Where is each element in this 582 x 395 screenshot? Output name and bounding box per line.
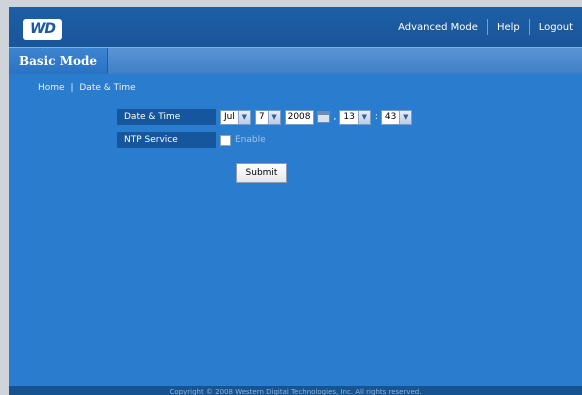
date-time-label: Date & Time	[117, 109, 216, 125]
ntp-service-label: NTP Service	[117, 132, 216, 148]
basic-mode-tab[interactable]: Basic Mode	[9, 48, 109, 74]
date-time-row: Date & Time Jul ▼ 7 ▼ 2008 , 13 ▼ : 43 ▼	[117, 109, 416, 125]
footer-copyright: Copyright © 2008 Western Digital Technol…	[9, 386, 582, 395]
chevron-down-icon: ▼	[399, 110, 412, 124]
date-time-controls: Jul ▼ 7 ▼ 2008 , 13 ▼ : 43 ▼	[220, 109, 416, 125]
ntp-enable-checkbox[interactable]	[220, 134, 231, 146]
ntp-row: NTP Service Enable	[117, 132, 266, 148]
day-select[interactable]: 7 ▼	[254, 109, 281, 125]
hour-value: 13	[343, 112, 355, 122]
breadcrumb: Home | Date & Time	[38, 83, 139, 93]
chevron-down-icon: ▼	[267, 110, 280, 124]
hour-select[interactable]: 13 ▼	[339, 109, 371, 125]
minute-select[interactable]: 43 ▼	[380, 109, 413, 125]
breadcrumb-current: Date & Time	[79, 83, 136, 93]
top-bar: WD Advanced Mode Help Logout	[9, 7, 582, 47]
logout-link[interactable]: Logout	[530, 22, 582, 33]
month-value: Jul	[224, 112, 235, 122]
advanced-mode-link[interactable]: Advanced Mode	[389, 22, 487, 33]
year-input[interactable]: 2008	[284, 109, 314, 125]
minute-value: 43	[384, 112, 397, 122]
time-separator: :	[374, 112, 378, 122]
month-select[interactable]: Jul ▼	[220, 109, 251, 125]
breadcrumb-separator: |	[70, 83, 74, 93]
submit-button[interactable]: Submit	[236, 163, 287, 183]
app-window: WD Advanced Mode Help Logout Basic Mode …	[9, 7, 582, 395]
calendar-icon[interactable]	[316, 111, 330, 123]
ntp-enable-label[interactable]: Enable	[235, 135, 266, 145]
day-value: 7	[258, 112, 265, 122]
ntp-controls: Enable	[220, 134, 266, 146]
chevron-down-icon: ▼	[357, 110, 370, 124]
time-separator: ,	[333, 112, 337, 122]
breadcrumb-home[interactable]: Home	[38, 83, 65, 93]
help-link[interactable]: Help	[488, 22, 529, 33]
mode-bar: Basic Mode	[9, 47, 582, 74]
top-nav: Advanced Mode Help Logout	[389, 7, 582, 47]
wd-logo: WD	[23, 19, 62, 40]
chevron-down-icon: ▼	[237, 110, 250, 124]
